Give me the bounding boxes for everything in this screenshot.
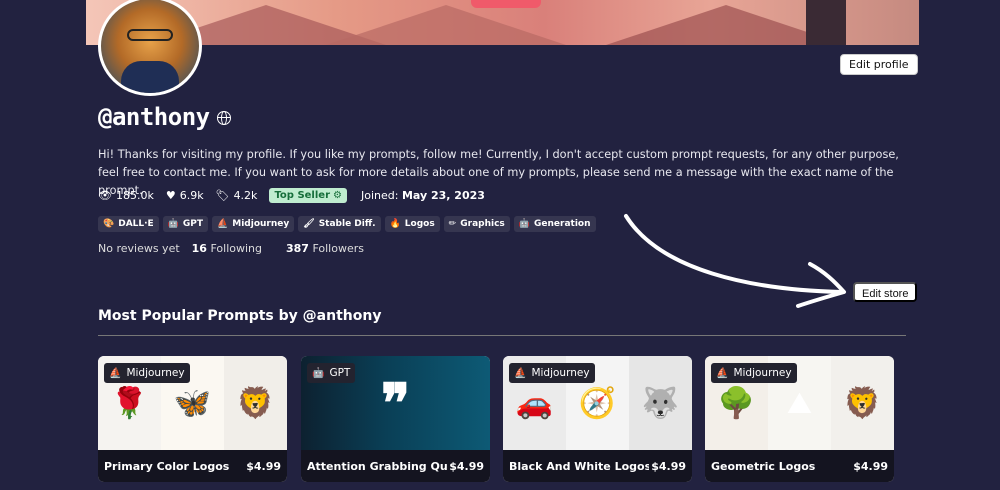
- username: @anthony: [98, 103, 210, 131]
- tag-label: DALL·E: [118, 219, 154, 229]
- lion-logo-icon: 🦁: [831, 356, 894, 450]
- following-label: Following: [210, 242, 262, 255]
- eye-icon: 👁: [98, 189, 112, 202]
- card-chip: 🤖 GPT: [307, 363, 356, 383]
- robot-icon: 🤖: [518, 219, 530, 229]
- sail-icon: ⛵: [109, 367, 122, 379]
- profile-banner: [86, 0, 919, 45]
- tag-generation[interactable]: 🤖 Generation: [513, 216, 596, 232]
- tag-logos[interactable]: 🔥 Logos: [384, 216, 440, 232]
- prompt-card[interactable]: ❞ 🤖 GPT Attention Grabbing Quotes O...$4.…: [301, 356, 490, 482]
- card-chip: ⛵ Midjourney: [509, 363, 595, 383]
- tag-label: Midjourney: [232, 219, 290, 229]
- joined-value: May 23, 2023: [401, 189, 485, 202]
- prompt-card[interactable]: 🚗 🧭 🐺 ⛵ Midjourney Black And White Logos $…: [503, 356, 692, 482]
- follow-stats: No reviews yet 16 Following 387 Follower…: [98, 242, 388, 255]
- tag-stable-diffusion[interactable]: 🖌 Stable Diff.: [298, 216, 381, 232]
- pencil-icon: ✏: [448, 219, 457, 229]
- likes-count: 6.9k: [179, 189, 204, 202]
- chip-label: Midjourney: [126, 367, 185, 379]
- tag-label: GPT: [182, 219, 204, 229]
- sail-icon: ⛵: [716, 367, 729, 379]
- chip-label: GPT: [329, 367, 351, 379]
- followers-link[interactable]: 387 Followers: [286, 242, 376, 255]
- tag-label: Stable Diff.: [318, 219, 376, 229]
- tag-label: Graphics: [460, 219, 505, 229]
- tag-dalle[interactable]: 🎨 DALL·E: [98, 216, 159, 232]
- card-chip: ⛵ Midjourney: [711, 363, 797, 383]
- bookmark-icon[interactable]: [471, 0, 541, 8]
- card-title: Attention Grabbing Quotes O...: [307, 459, 447, 473]
- card-price: $4.99: [651, 459, 686, 473]
- prompt-card[interactable]: 🌳 ⛰ 🦁 ⛵ Midjourney Geometric Logos $4.99: [705, 356, 894, 482]
- sail-icon: ⛵: [514, 367, 527, 379]
- views-count: 185.0k: [115, 189, 154, 202]
- robot-icon: 🤖: [312, 367, 325, 379]
- card-price: $4.99: [853, 459, 888, 473]
- wolf-logo-icon: 🐺: [629, 356, 692, 450]
- tag-gpt[interactable]: 🤖 GPT: [162, 216, 209, 232]
- followers-label: Followers: [312, 242, 364, 255]
- brush-icon: 🖌: [303, 219, 315, 229]
- badge-label: Top Seller: [274, 190, 330, 201]
- card-title: Primary Color Logos: [104, 459, 230, 473]
- avatar: [98, 0, 202, 96]
- tag-label: Generation: [534, 219, 591, 229]
- card-chip: ⛵ Midjourney: [104, 363, 190, 383]
- section-divider: [98, 335, 906, 336]
- following-count: 16: [191, 242, 207, 255]
- edit-profile-button[interactable]: Edit profile: [840, 54, 918, 75]
- tag-label: Logos: [404, 219, 435, 229]
- globe-icon[interactable]: [217, 111, 231, 125]
- section-title: Most Popular Prompts by @anthony: [98, 308, 382, 324]
- card-price: $4.99: [246, 459, 281, 473]
- heart-icon: ♥: [165, 189, 176, 202]
- annotation-arrow-icon: [624, 214, 846, 308]
- tag-midjourney[interactable]: ⛵ Midjourney: [212, 216, 295, 232]
- tag-graphics[interactable]: ✏ Graphics: [443, 216, 510, 232]
- followers-count: 387: [285, 242, 309, 255]
- card-price: $4.99: [449, 459, 484, 473]
- joined-label: Joined:: [360, 189, 399, 202]
- tags-count: 4.2k: [233, 189, 258, 202]
- lion-logo-icon: 🦁: [224, 356, 287, 450]
- joined-date: Joined: May 23, 2023: [361, 189, 485, 202]
- palette-icon: 🎨: [103, 219, 115, 229]
- profile-tags: 🎨 DALL·E 🤖 GPT ⛵ Midjourney 🖌 Stable Diff. 🔥…: [98, 216, 596, 232]
- prompt-card[interactable]: 🌹 🦋 🦁 ⛵ Midjourney Primary Color Logos $4.…: [98, 356, 287, 482]
- chip-label: Midjourney: [733, 367, 792, 379]
- logo-icon: 🔥: [389, 219, 401, 229]
- tag-icon: 🏷: [215, 189, 230, 202]
- sail-icon: ⛵: [217, 219, 229, 229]
- gear-icon: ⚙: [333, 190, 342, 201]
- quote-icon: ❞: [380, 371, 411, 435]
- card-title: Black And White Logos: [509, 459, 649, 473]
- top-seller-badge: Top Seller ⚙: [269, 188, 347, 203]
- card-title: Geometric Logos: [711, 459, 816, 473]
- profile-stats: 👁 185.0k ♥ 6.9k 🏷 4.2k Top Seller ⚙ Joined: …: [98, 188, 485, 203]
- following-link[interactable]: 16 Following: [192, 242, 274, 255]
- chip-label: Midjourney: [531, 367, 590, 379]
- robot-icon: 🤖: [167, 219, 179, 229]
- reviews-text: No reviews yet: [98, 242, 180, 255]
- edit-store-button[interactable]: Edit store: [853, 282, 918, 302]
